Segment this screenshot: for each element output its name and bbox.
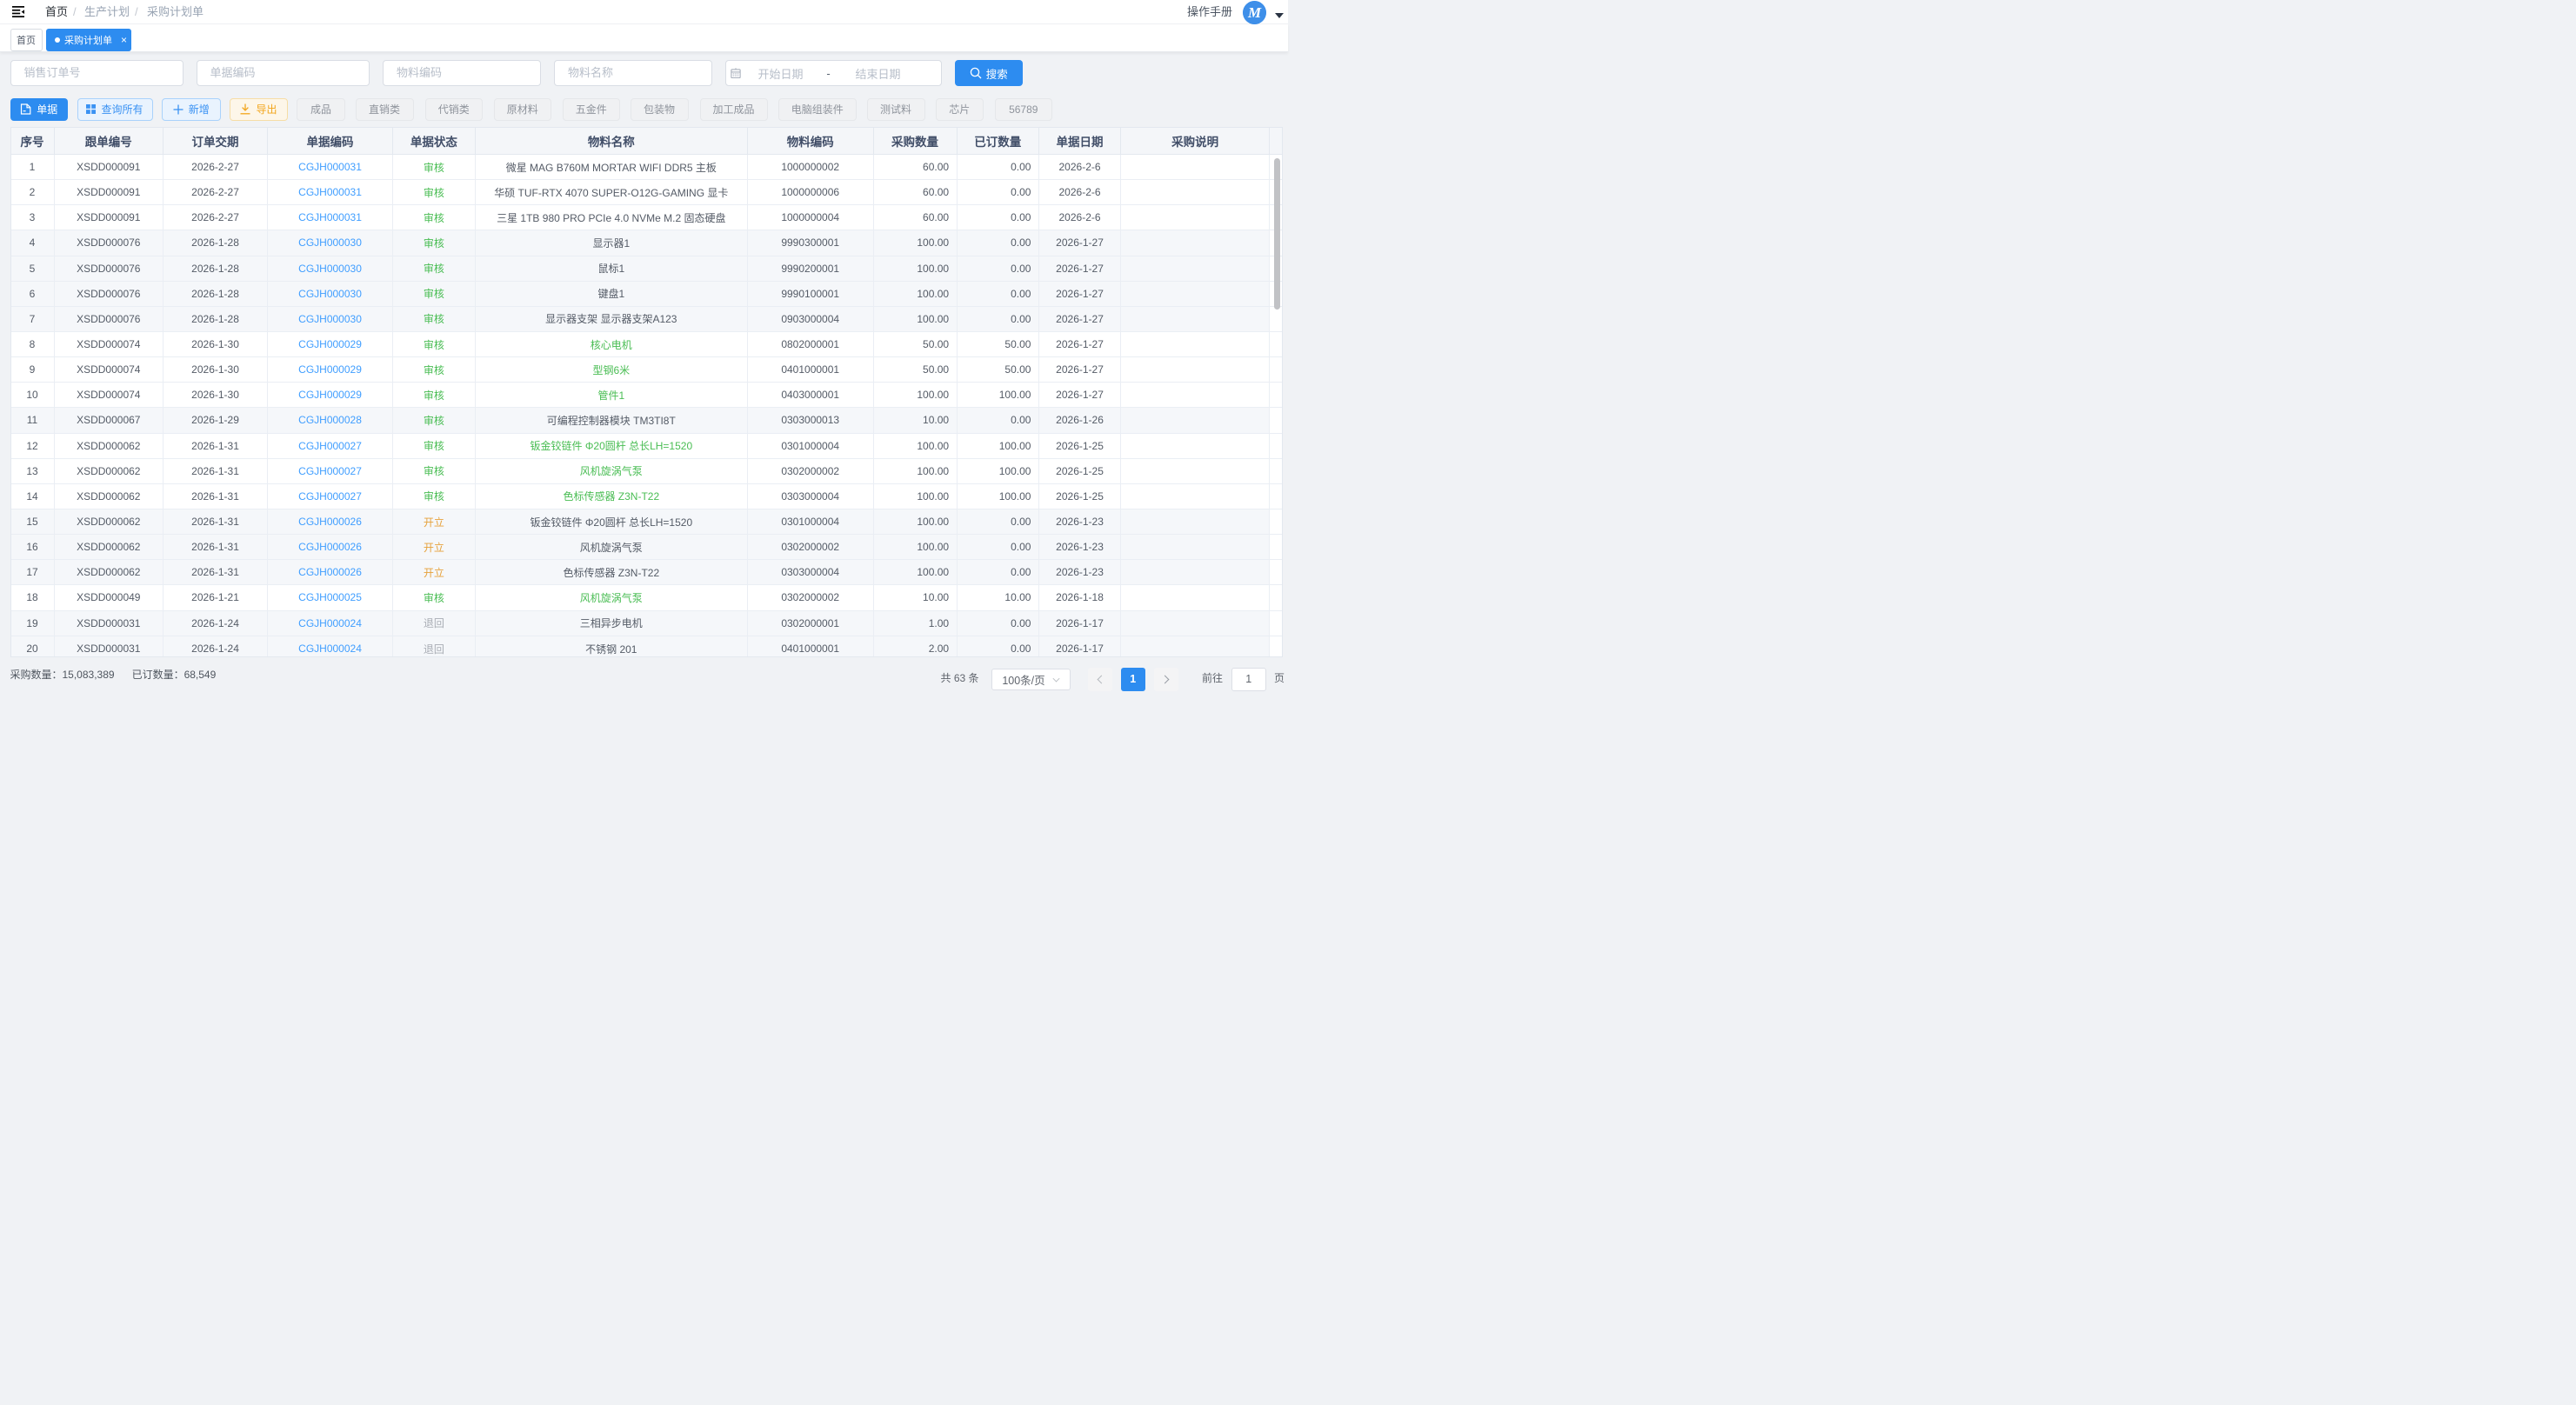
svg-text:M: M xyxy=(1247,4,1262,21)
